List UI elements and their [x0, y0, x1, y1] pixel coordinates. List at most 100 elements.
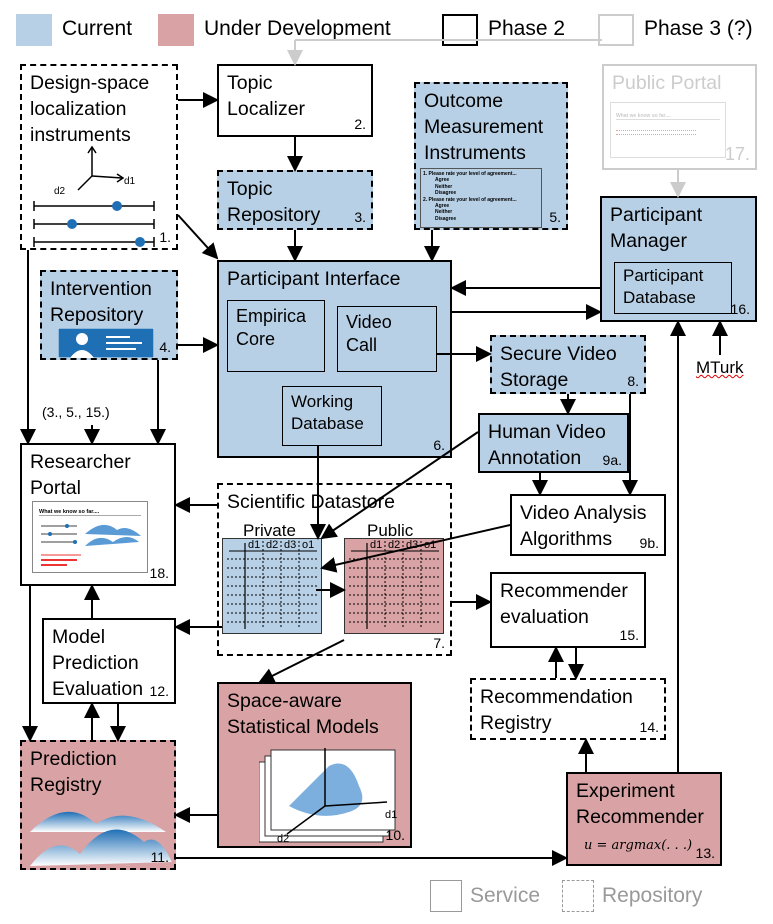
preview-heading: What we know so far....: [616, 113, 720, 120]
title: Working Database: [291, 392, 364, 433]
column-header: o1: [302, 539, 315, 551]
title: Secure Video Storage: [500, 343, 617, 391]
legend-dev: Under Development: [204, 17, 391, 40]
secure-video-storage: Secure Video Storage 8.: [490, 335, 646, 394]
prediction-registry: Prediction Registry 11.: [20, 740, 176, 870]
option: Disagree: [435, 215, 457, 222]
title: Space-aware Statistical Models: [227, 690, 379, 738]
legend-service: Service: [470, 884, 541, 907]
private-table: d1 d2 d3 o1: [222, 538, 322, 634]
title: Topic Localizer: [227, 72, 306, 120]
arrow: [177, 214, 219, 260]
legend-current: Current: [62, 17, 133, 40]
empirica-core: Empirica Core: [227, 300, 325, 372]
title: Intervention Repository: [50, 278, 152, 326]
number: 10.: [385, 827, 405, 843]
recommendation-registry: Recommendation Registry 14.: [470, 678, 666, 740]
column-header: d1: [370, 539, 383, 551]
number: 7.: [433, 635, 445, 651]
recommender-evaluation: Recommender evaluation 15.: [490, 572, 646, 648]
legend-phase3-swatch: [598, 14, 634, 46]
legend-repository: Repository: [602, 884, 703, 907]
title: Recommendation Registry: [480, 686, 633, 734]
survey-preview: 1. Please rate your level of agreement..…: [420, 168, 542, 228]
design-space-instruments: Design-space localization instruments d2…: [20, 64, 178, 250]
profile-card-icon: [58, 328, 154, 358]
number: 18.: [149, 565, 169, 581]
title: Researcher Portal: [30, 451, 131, 499]
title: Recommender evaluation: [500, 580, 628, 628]
public-table: d1 d2 d3 o1: [344, 538, 444, 634]
topic-localizer: Topic Localizer 2.: [217, 64, 373, 137]
legend-current-swatch: [16, 14, 52, 46]
title: Participant Interface: [227, 268, 401, 290]
legend-repository-swatch: [562, 880, 594, 912]
title: Outcome Measurement Instruments: [424, 90, 544, 164]
axis-label-d1: d1: [124, 176, 136, 187]
number: 9a.: [602, 452, 622, 468]
number: 14.: [639, 719, 659, 735]
axis-label-d2: d2: [277, 833, 289, 845]
space-aware-statistical-models: Space-aware Statistical Models d1 d2 10.: [217, 682, 412, 848]
number: 8.: [627, 373, 639, 389]
human-video-annotation: Human Video Annotation 9a.: [478, 413, 629, 473]
legend-dev-swatch: [158, 14, 194, 46]
title: Model Prediction Evaluation: [52, 626, 144, 700]
column-header: o1: [424, 539, 437, 551]
architecture-diagram: Current Under Development Phase 2 Phase …: [0, 0, 773, 924]
video-call: Video Call: [337, 306, 437, 372]
references-label: (3., 5., 15.): [42, 404, 110, 420]
legend-service-swatch: [430, 880, 462, 912]
axis-label-d1: d1: [385, 809, 397, 821]
title: Public Portal: [612, 72, 722, 94]
outcome-measurement-instruments: Outcome Measurement Instruments 1. Pleas…: [414, 82, 568, 230]
mturk-label: MTurk: [696, 358, 744, 377]
number: 5.: [549, 209, 561, 225]
title: Prediction Registry: [30, 748, 117, 796]
title: Participant Manager: [610, 204, 703, 252]
utility-formula: u = argmax(. . .): [584, 838, 693, 853]
title: Video Analysis Algorithms: [520, 502, 647, 550]
number: 12.: [149, 683, 169, 699]
legend-phase3: Phase 3 (?): [644, 17, 753, 40]
video-analysis-algorithms: Video Analysis Algorithms 9b.: [510, 494, 666, 556]
title: Experiment Recommender: [576, 780, 704, 828]
number: 6.: [433, 437, 445, 453]
working-database: Working Database: [282, 386, 382, 446]
model-prediction-evaluation: Model Prediction Evaluation 12.: [42, 618, 176, 704]
title: Participant Database: [623, 266, 704, 307]
participant-database: Participant Database: [614, 262, 732, 314]
number: 15.: [619, 627, 639, 643]
column-header: d3: [284, 539, 297, 551]
title: Human Video Annotation: [488, 421, 606, 469]
number: 3.: [354, 209, 366, 225]
column-header: d2: [388, 539, 401, 551]
experiment-recommender: Experiment Recommender u = argmax(. . .)…: [566, 772, 722, 866]
preview-text: [616, 130, 696, 135]
topic-repository: Topic Repository 3.: [217, 170, 373, 230]
number: 16.: [730, 301, 750, 317]
legend-phase2-swatch: [442, 14, 478, 46]
intervention-repository: Intervention Repository 4.: [40, 270, 178, 360]
portal-preview: What we know so far....: [32, 501, 148, 573]
number: 17.: [724, 144, 750, 164]
preview-heading: What we know so far....: [39, 509, 141, 516]
number: 11.: [150, 849, 169, 865]
column-header: d3: [406, 539, 419, 551]
title: Scientific Datastore: [227, 491, 395, 513]
number: 4.: [159, 339, 171, 355]
axis-label-d2: d2: [54, 186, 66, 197]
legend-phase2: Phase 2: [488, 17, 566, 40]
number: 13.: [695, 845, 715, 861]
number: 2.: [354, 116, 366, 132]
title: Video Call: [346, 312, 392, 355]
title: Empirica Core: [236, 306, 307, 349]
number: 1.: [159, 229, 171, 245]
participant-manager: Participant Manager Participant Database…: [600, 196, 757, 322]
researcher-portal: Researcher Portal What we know so far...…: [20, 443, 176, 586]
public-portal: Public Portal What we know so far.... 17…: [602, 64, 757, 170]
slider-instruments-icon: d2 d1: [33, 145, 155, 247]
participant-interface: Participant Interface Empirica Core Vide…: [217, 260, 452, 458]
preview-chart-icon: [41, 524, 141, 566]
portal-preview: What we know so far....: [610, 102, 726, 158]
